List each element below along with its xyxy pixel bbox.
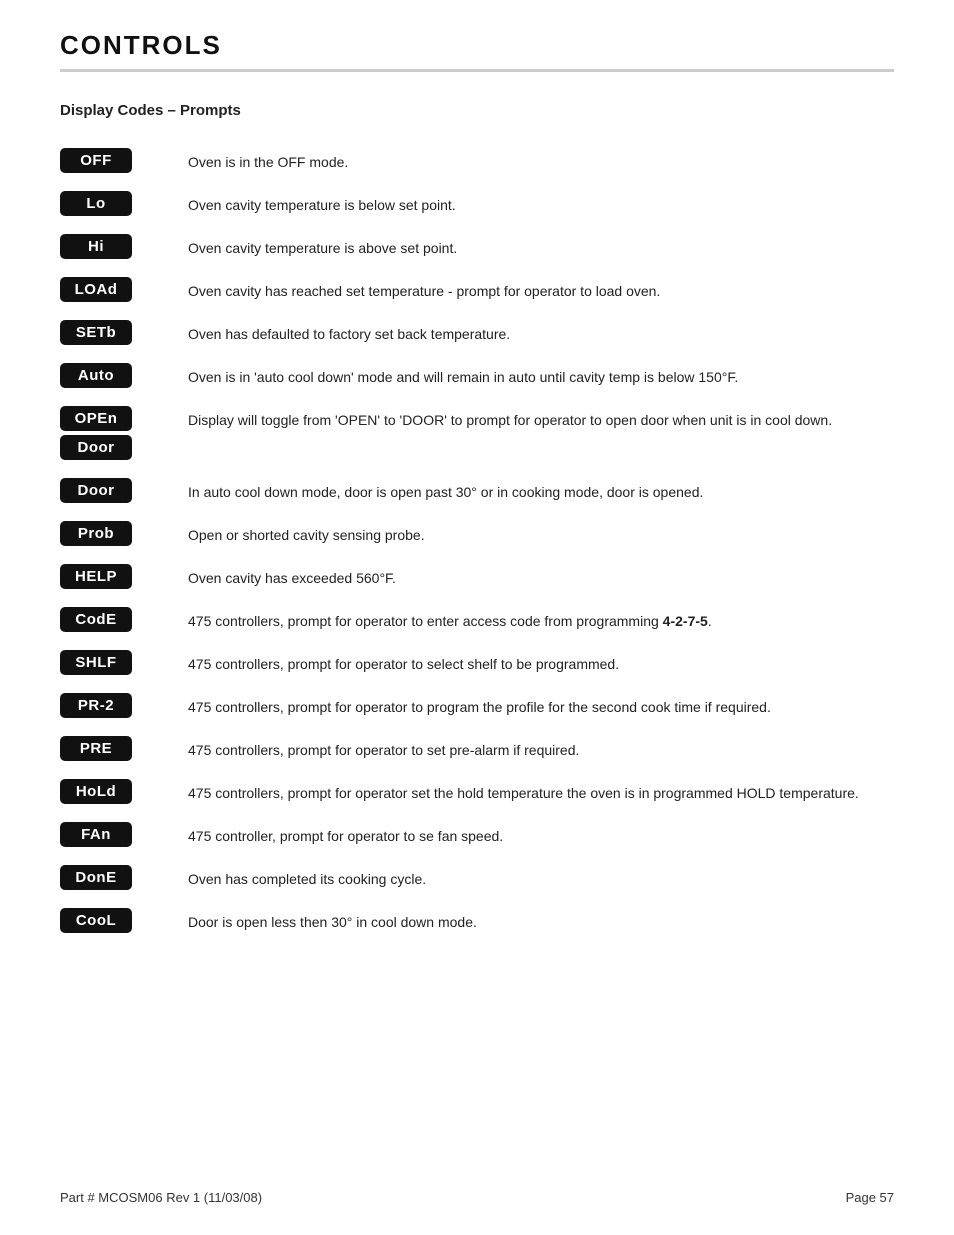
code-item: CooL Door is open less then 30° in cool d… xyxy=(60,899,894,942)
code-description: 475 controller, prompt for operator to s… xyxy=(188,822,894,847)
code-item: PR-2 475 controllers, prompt for operator… xyxy=(60,684,894,727)
code-description: 475 controllers, prompt for operator to … xyxy=(188,607,894,632)
code-description: Oven is in 'auto cool down' mode and wil… xyxy=(188,363,894,388)
code-badge-group: OFF xyxy=(60,148,170,173)
code-badge: LOAd xyxy=(60,277,132,302)
code-description: Display will toggle from 'OPEN' to 'DOOR… xyxy=(188,406,894,431)
code-badge: Door xyxy=(60,478,132,503)
code-item: HoLd 475 controllers, prompt for operator… xyxy=(60,770,894,813)
code-badge-group: SETb xyxy=(60,320,170,345)
code-item: HELP Oven cavity has exceeded 560°F. xyxy=(60,555,894,598)
code-badge-group: CooL xyxy=(60,908,170,933)
code-badge: OPEn xyxy=(60,406,132,431)
code-description: Oven has defaulted to factory set back t… xyxy=(188,320,894,345)
code-badge: CodE xyxy=(60,607,132,632)
code-badge: Auto xyxy=(60,363,132,388)
code-item: SETb Oven has defaulted to factory set ba… xyxy=(60,311,894,354)
code-badge: DonE xyxy=(60,865,132,890)
code-badge-group: CodE xyxy=(60,607,170,632)
code-item: OFF Oven is in the OFF mode. xyxy=(60,139,894,182)
code-description: 475 controllers, prompt for operator to … xyxy=(188,650,894,675)
code-description: 475 controllers, prompt for operator set… xyxy=(188,779,894,804)
code-item: SHLF 475 controllers, prompt for operator… xyxy=(60,641,894,684)
code-item: PRE 475 controllers, prompt for operator … xyxy=(60,727,894,770)
code-item: FAn 475 controller, prompt for operator t… xyxy=(60,813,894,856)
code-badge-group: LOAd xyxy=(60,277,170,302)
code-item: Prob Open or shorted cavity sensing probe… xyxy=(60,512,894,555)
page-container: CONTROLS Display Codes – Prompts OFF Oven… xyxy=(0,0,954,1002)
footer: Part # MCOSM06 Rev 1 (11/03/08) Page 57 xyxy=(60,1190,894,1205)
code-badge-group: Auto xyxy=(60,363,170,388)
code-description: Oven is in the OFF mode. xyxy=(188,148,894,173)
code-badge: SETb xyxy=(60,320,132,345)
code-badge-group: Door xyxy=(60,478,170,503)
footer-right: Page 57 xyxy=(846,1190,894,1205)
code-description: Door is open less then 30° in cool down … xyxy=(188,908,894,933)
code-item: LOAd Oven cavity has reached set temperat… xyxy=(60,268,894,311)
code-badge: Door xyxy=(60,435,132,460)
code-item: Door In auto cool down mode, door is open… xyxy=(60,469,894,512)
code-badge-group: DonE xyxy=(60,865,170,890)
code-badge: Hi xyxy=(60,234,132,259)
code-badge: PRE xyxy=(60,736,132,761)
code-badge: HoLd xyxy=(60,779,132,804)
code-description: 475 controllers, prompt for operator to … xyxy=(188,693,894,718)
code-badge-group: Lo xyxy=(60,191,170,216)
code-badge-group: Prob xyxy=(60,521,170,546)
code-item: OPEn Door Display will toggle from 'OPEN' … xyxy=(60,397,894,469)
code-item: DonE Oven has completed its cooking cycle… xyxy=(60,856,894,899)
code-description: In auto cool down mode, door is open pas… xyxy=(188,478,894,503)
code-badge-group: Hi xyxy=(60,234,170,259)
code-badge-group: PRE xyxy=(60,736,170,761)
code-description: Oven cavity temperature is above set poi… xyxy=(188,234,894,259)
code-item: Lo Oven cavity temperature is below set p… xyxy=(60,182,894,225)
code-badge: HELP xyxy=(60,564,132,589)
footer-left: Part # MCOSM06 Rev 1 (11/03/08) xyxy=(60,1190,262,1205)
code-badge: Prob xyxy=(60,521,132,546)
code-item: Hi Oven cavity temperature is above set p… xyxy=(60,225,894,268)
code-item: CodE 475 controllers, prompt for operator… xyxy=(60,598,894,641)
code-badge: Lo xyxy=(60,191,132,216)
code-badge: OFF xyxy=(60,148,132,173)
code-badge-group: OPEn Door xyxy=(60,406,170,460)
code-badge-group: PR-2 xyxy=(60,693,170,718)
code-description: Oven has completed its cooking cycle. xyxy=(188,865,894,890)
code-description: Oven cavity temperature is below set poi… xyxy=(188,191,894,216)
code-badge-group: SHLF xyxy=(60,650,170,675)
code-description: Oven cavity has exceeded 560°F. xyxy=(188,564,894,589)
code-badge: CooL xyxy=(60,908,132,933)
page-title: CONTROLS xyxy=(60,30,222,60)
code-badge-group: HELP xyxy=(60,564,170,589)
code-badge-group: FAn xyxy=(60,822,170,847)
code-description: Oven cavity has reached set temperature … xyxy=(188,277,894,302)
code-badge: PR-2 xyxy=(60,693,132,718)
code-list: OFF Oven is in the OFF mode. Lo Oven cavity… xyxy=(60,139,894,942)
code-badge: FAn xyxy=(60,822,132,847)
section-title: Display Codes – Prompts xyxy=(60,102,894,119)
code-description: Open or shorted cavity sensing probe. xyxy=(188,521,894,546)
code-description: 475 controllers, prompt for operator to … xyxy=(188,736,894,761)
header-section: CONTROLS xyxy=(60,30,894,72)
code-badge-group: HoLd xyxy=(60,779,170,804)
code-item: Auto Oven is in 'auto cool down' mode and… xyxy=(60,354,894,397)
code-badge: SHLF xyxy=(60,650,132,675)
